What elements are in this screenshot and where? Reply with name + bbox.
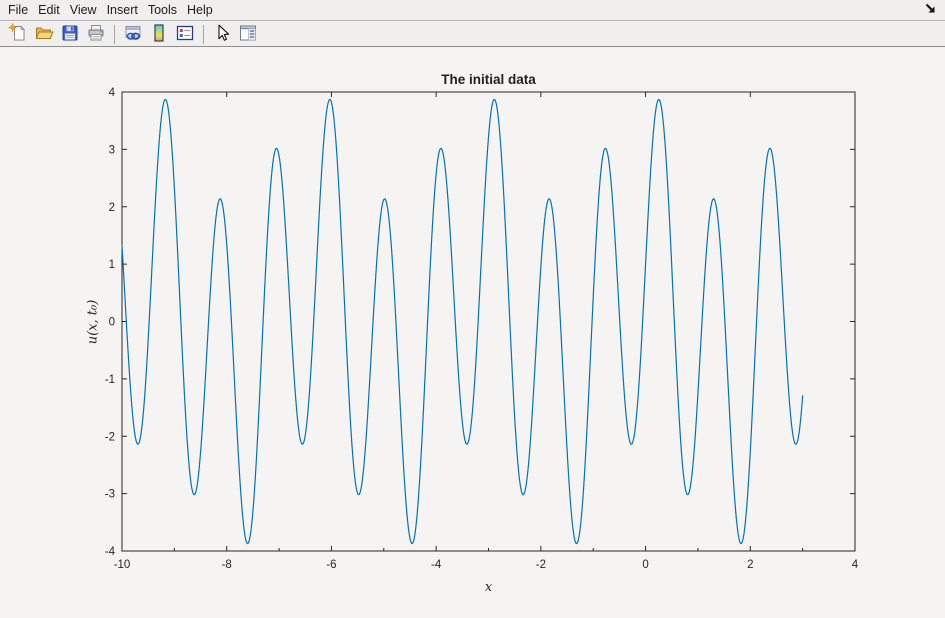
y-tick-label: 0 — [109, 317, 115, 329]
menu-view[interactable]: View — [65, 1, 102, 20]
y-tick-label: 2 — [109, 202, 115, 214]
toolbar-separator — [203, 25, 204, 44]
link-plot-icon — [123, 23, 143, 46]
menu-tools[interactable]: Tools — [143, 1, 182, 20]
y-tick-label: 3 — [109, 144, 115, 156]
menu-edit[interactable]: Edit — [33, 1, 65, 20]
y-tick-label: -3 — [105, 489, 115, 501]
print-figure-button[interactable] — [83, 22, 109, 46]
link-plot-button[interactable] — [120, 22, 146, 46]
data-line — [122, 99, 803, 543]
x-tick-label: -2 — [536, 559, 546, 571]
menu-file[interactable]: File — [3, 1, 33, 20]
open-file-icon — [34, 23, 54, 46]
new-figure-icon — [8, 23, 28, 46]
x-tick-label: 4 — [852, 559, 859, 571]
x-tick-label: -8 — [222, 559, 232, 571]
edit-plot-icon — [212, 23, 232, 46]
plot-axes: -10-8-6-4-2024-4-3-2-101234 — [0, 0, 945, 618]
insert-colorbar-button[interactable] — [146, 22, 172, 46]
menu-insert[interactable]: Insert — [102, 1, 143, 20]
y-tick-label: 1 — [109, 259, 115, 271]
menubar: File Edit View Insert Tools Help — [0, 0, 945, 21]
plot-browser-button[interactable] — [235, 22, 261, 46]
x-axis-label: x — [122, 580, 855, 595]
x-tick-label: 0 — [642, 559, 648, 571]
save-figure-icon — [60, 23, 80, 46]
y-tick-label: 4 — [109, 87, 116, 99]
menu-help[interactable]: Help — [182, 1, 218, 20]
toolbar-separator — [114, 25, 115, 44]
insert-legend-button[interactable] — [172, 22, 198, 46]
x-tick-label: -4 — [431, 559, 442, 571]
open-file-button[interactable] — [31, 22, 57, 46]
x-tick-label: -6 — [326, 559, 336, 571]
save-figure-button[interactable] — [57, 22, 83, 46]
plot-title: The initial data — [122, 72, 855, 87]
se-resize-arrow-icon[interactable] — [924, 2, 937, 20]
insert-colorbar-icon — [149, 23, 169, 46]
plot-browser-icon — [238, 23, 258, 46]
insert-legend-icon — [175, 23, 195, 46]
new-figure-button[interactable] — [5, 22, 31, 46]
y-axis-label: u(x, t₀) — [86, 300, 101, 345]
y-tick-label: -4 — [105, 546, 116, 558]
x-tick-label: 2 — [747, 559, 753, 571]
edit-plot-button[interactable] — [209, 22, 235, 46]
y-tick-label: -2 — [105, 431, 115, 443]
print-figure-icon — [86, 23, 106, 46]
x-tick-label: -10 — [114, 559, 131, 571]
y-tick-label: -1 — [105, 374, 115, 386]
figure-toolbar — [0, 22, 945, 47]
